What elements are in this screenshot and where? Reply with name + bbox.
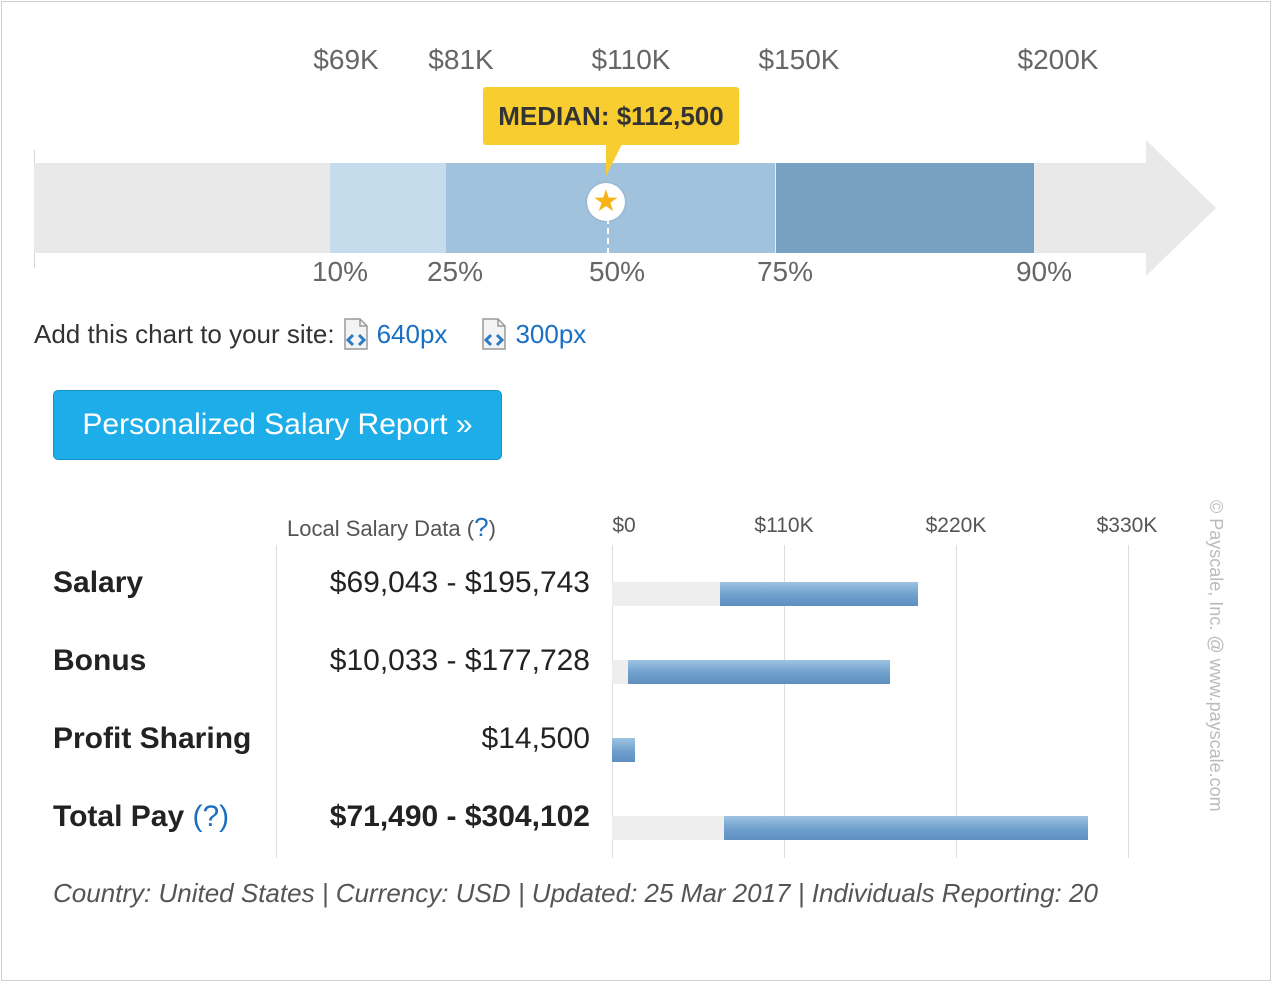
row-help-text[interactable]: (?) [184,800,229,833]
range-bar[interactable] [724,816,1088,840]
pct-value-75: $150K [758,44,840,75]
pct-value-50: $110K [591,44,671,75]
pct-value-10: $69K [313,44,379,75]
median-star-icon[interactable]: ★ [587,183,625,221]
embed-row: Add this chart to your site: 640px 300px [34,318,612,350]
band-75-90 [776,163,1034,253]
row-label: Total Pay (?) [53,800,229,834]
row-range-value: $10,033 - $177,728 [329,644,590,677]
range-bar[interactable] [720,582,918,606]
embed-link-640[interactable]: 640px [377,319,448,350]
gridline [956,545,957,858]
row-label: Profit Sharing [53,722,251,756]
median-tooltip-tail [606,144,622,176]
row-range-value: $71,490 - $304,102 [329,800,590,833]
band-10-25 [330,163,446,253]
row-label-text: Profit Sharing [53,722,252,755]
pct-value-90: $200K [1017,44,1099,75]
local-salary-header: Local Salary Data (?) [287,512,496,542]
range-bar-lead [612,582,720,606]
row-range-value: $69,043 - $195,743 [329,566,590,599]
copyright-text: © Payscale, Inc. @ www.payscale.com [1206,500,1226,812]
row-range-value: $14,500 [481,722,590,755]
range-bar[interactable] [612,738,635,762]
help-link[interactable]: ? [474,512,488,542]
embed-code-icon[interactable] [481,318,507,350]
row-label-text: Salary [53,566,144,599]
embed-label: Add this chart to your site: [34,318,335,349]
median-line [607,218,609,254]
axis-tick-label: $110K [754,514,814,537]
help-link[interactable]: ? [202,800,219,833]
row-label-text: Bonus [53,644,147,677]
pct-label-90: 90% [1015,256,1073,287]
axis-tick-label: $220K [925,514,987,537]
axis-tick-label: $330K [1096,514,1158,537]
axis-tick-label: $0 [612,514,636,537]
embed-link-300[interactable]: 300px [515,319,586,350]
copyright-notice: © Payscale, Inc. @ www.payscale.com [1198,500,1228,860]
pct-label-50: 50% [588,256,646,287]
arrow-head [1146,140,1216,276]
range-bar-lead [612,660,628,684]
pct-label-25: 25% [426,256,484,287]
local-salary-header-label: Local Salary Data ( [287,516,475,541]
table-separator [276,545,277,858]
median-tooltip: MEDIAN: $112,500 [483,87,739,145]
pct-label-75: 75% [756,256,814,287]
row-label-text: Total Pay [53,800,185,833]
row-label: Salary [53,566,143,600]
range-bar-lead [612,816,724,840]
row-label: Bonus [53,644,146,678]
pct-label-10: 10% [311,256,369,287]
gridline [1128,545,1129,858]
embed-code-icon[interactable] [343,318,369,350]
range-bar[interactable] [628,660,890,684]
footer-meta: Country: United States | Currency: USD |… [53,878,1098,908]
pct-value-25: $81K [428,44,494,75]
personalized-report-button[interactable]: Personalized Salary Report » [53,390,502,460]
